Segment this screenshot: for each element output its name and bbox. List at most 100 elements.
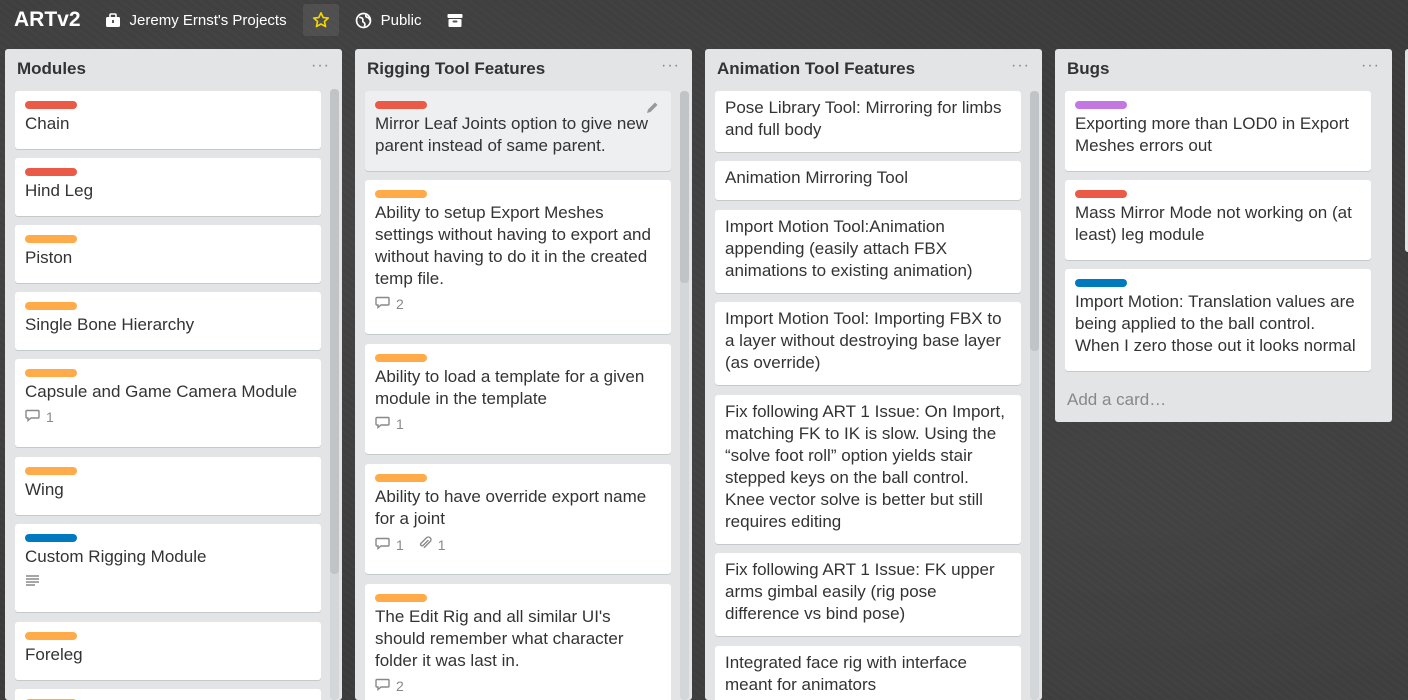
briefcase-icon [105,12,121,28]
add-card-link[interactable]: Add a card… [1067,390,1166,410]
list-title[interactable]: Rigging Tool Features [367,59,545,79]
card[interactable]: Exporting more than LOD0 in Export Meshe… [1065,91,1371,171]
card[interactable]: Hind Leg [15,158,321,216]
card[interactable]: Integrated face rig with interface meant… [715,646,1021,700]
card-title: Import Motion: Translation values are be… [1075,292,1356,355]
card-title: The Edit Rig and all similar UI's should… [375,607,624,670]
card-title: Wing [25,480,64,499]
card[interactable]: The Edit Rig and all similar UI's should… [365,584,671,700]
list-animation-tool-features: Animation Tool Features ··· Pose Library… [705,49,1042,700]
card-title: Foreleg [25,645,83,664]
card-title: Integrated face rig with interface meant… [725,653,967,694]
list-title[interactable]: Modules [17,59,86,79]
description-icon [25,574,41,591]
card[interactable]: Wing [15,457,321,515]
card-title: Import Motion Tool: Importing FBX to a l… [725,309,1002,372]
card-badges: 2 [375,678,661,694]
card-label-orange [375,474,427,482]
card-title: Import Motion Tool:Animation appending (… [725,217,973,280]
card[interactable] [15,689,321,700]
card[interactable]: Single Bone Hierarchy [15,292,321,350]
archive-button[interactable] [437,4,473,36]
comment-badge: 1 [375,416,404,432]
star-button[interactable] [302,4,339,36]
comment-icon [375,537,390,553]
card-title: Fix following ART 1 Issue: FK upper arms… [725,560,995,623]
comment-count: 1 [396,536,404,553]
scrollbar-thumb[interactable] [1030,91,1039,351]
list-menu-icon[interactable]: ··· [661,57,680,81]
card-label-purple [1075,101,1127,109]
card-title: Chain [25,114,70,133]
list-menu-icon[interactable]: ··· [1011,57,1030,81]
card[interactable]: Fix following ART 1 Issue: FK upper arms… [715,553,1021,636]
card[interactable]: Capsule and Game Camera Module 1 [15,359,321,447]
card[interactable]: Foreleg [15,622,321,680]
card-title: Ability to setup Export Meshes settings … [375,203,651,288]
card-badges [25,574,311,591]
visibility-button[interactable]: Public [345,4,432,36]
globe-icon [355,12,372,29]
card[interactable]: Animation Mirroring Tool [715,161,1021,200]
comment-badge: 2 [375,296,404,312]
card-label-orange [375,594,427,602]
comment-icon [375,416,390,432]
card[interactable]: Mirror Leaf Joints option to give new pa… [365,91,671,171]
paperclip-icon [418,536,432,553]
card[interactable]: Mass Mirror Mode not working on (at leas… [1065,180,1371,260]
list-menu-icon[interactable]: ··· [1361,57,1380,81]
card-title: Piston [25,248,73,267]
archive-icon [447,13,463,28]
list-title[interactable]: Bugs [1067,59,1110,79]
comment-icon [25,409,40,425]
card-label-orange [375,190,427,198]
list-scrollbar[interactable] [680,91,689,700]
card[interactable]: Pose Library Tool: Mirroring for limbs a… [715,91,1021,152]
edit-pencil-icon[interactable] [646,101,659,119]
card-title: Exporting more than LOD0 in Export Meshe… [1075,114,1350,155]
comment-count: 2 [396,296,404,312]
card-list: Exporting more than LOD0 in Export Meshe… [1055,89,1392,422]
card[interactable]: Custom Rigging Module [15,524,321,612]
list-header: Rigging Tool Features ··· [355,49,692,89]
card[interactable]: Import Motion: Translation values are be… [1065,269,1371,371]
card-label-blue [1075,279,1127,287]
attachment-badge: 1 [418,536,446,553]
card[interactable]: Import Motion Tool:Animation appending (… [715,210,1021,293]
card[interactable]: Ability to setup Export Meshes settings … [365,180,671,334]
card-badges: 2 [375,296,661,312]
card-label-red [1075,190,1127,198]
card[interactable]: Ability to have override export name for… [365,464,671,574]
card-title: Capsule and Game Camera Module [25,382,298,401]
card[interactable]: Chain [15,91,321,149]
card-label-orange [25,235,77,243]
card-title: Ability to load a template for a given m… [375,367,645,408]
card[interactable]: Fix following ART 1 Issue: On Import, ma… [715,395,1021,544]
scrollbar-thumb[interactable] [330,89,339,574]
card-label-red [375,101,427,109]
star-icon [312,11,330,29]
attachment-count: 1 [437,536,446,553]
list-scrollbar[interactable] [1030,91,1039,700]
team-button[interactable]: Jeremy Ernst's Projects [95,4,297,36]
card[interactable]: Import Motion Tool: Importing FBX to a l… [715,302,1021,385]
card[interactable]: Ability to load a template for a given m… [365,344,671,454]
team-label: Jeremy Ernst's Projects [129,11,287,29]
list-bugs: Bugs ··· Exporting more than LOD0 in Exp… [1055,49,1392,422]
board-title[interactable]: ARTv2 [14,8,81,32]
card-title: Pose Library Tool: Mirroring for limbs a… [725,98,1002,139]
list-menu-icon[interactable]: ··· [311,57,330,81]
card-badges: 1 [25,409,311,425]
visibility-label: Public [380,11,422,29]
comment-badge: 1 [375,537,404,553]
card[interactable]: Piston [15,225,321,283]
card-title: Animation Mirroring Tool [725,168,908,187]
list-title[interactable]: Animation Tool Features [717,59,915,79]
list-scrollbar[interactable] [330,89,339,700]
scrollbar-thumb[interactable] [680,91,689,283]
comment-count: 1 [46,409,54,425]
card-label-red [25,168,77,176]
comment-count: 1 [396,416,404,432]
list-modules: Modules ··· Chain Hind Leg Piston Single… [5,49,342,700]
card-badges: 1 1 [375,536,661,553]
